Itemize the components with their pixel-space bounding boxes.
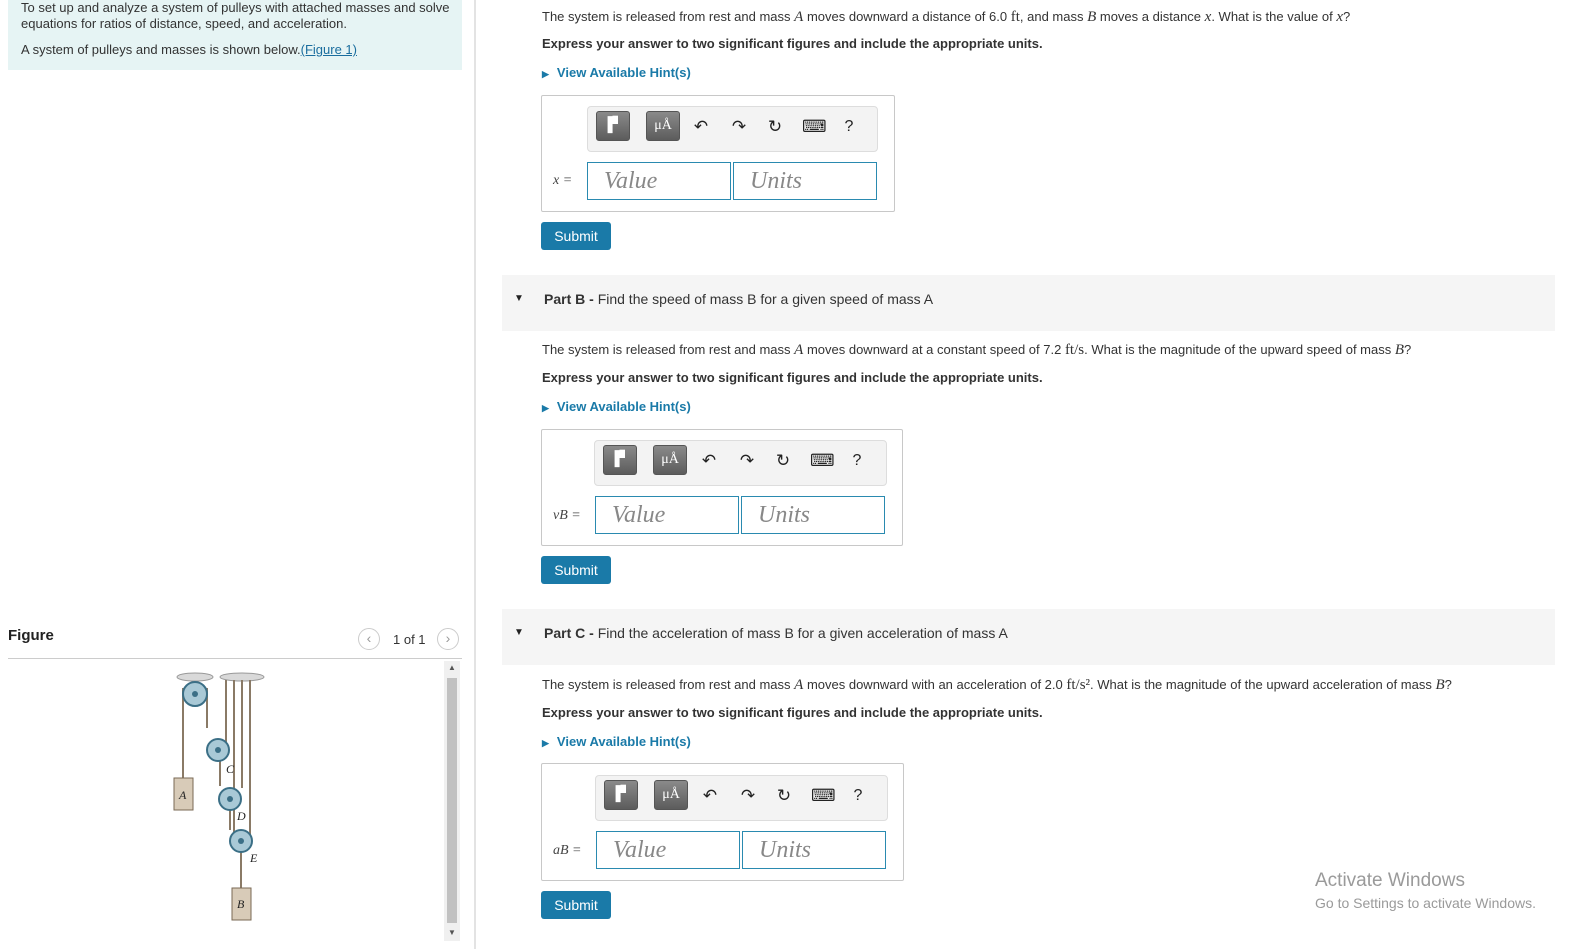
part-b-hint-link[interactable]: ▶ View Available Hint(s) (542, 399, 691, 414)
part-a-value-input[interactable]: Value (587, 162, 731, 200)
undo-icon[interactable]: ↶ (700, 786, 720, 806)
pulley-e-label: E (249, 851, 258, 865)
system-intro: A system of pulleys and masses is shown … (21, 42, 357, 57)
part-a-toolbar: ▐▘ μÅ ↶ ↷ ↻ ⌨ ? (587, 106, 878, 152)
units-button[interactable]: μÅ (646, 111, 680, 141)
expand-triangle-icon: ▶ (542, 403, 549, 413)
figure-prev-button[interactable]: ‹ (358, 628, 380, 650)
part-c-question: The system is released from rest and mas… (542, 677, 1452, 693)
part-a-question: The system is released from rest and mas… (542, 9, 1351, 25)
templates-button[interactable]: ▐▘ (604, 780, 638, 810)
help-icon[interactable]: ? (848, 786, 868, 806)
part-c-hint-link[interactable]: ▶ View Available Hint(s) (542, 734, 691, 749)
mass-b-label: B (237, 897, 245, 911)
pulley-d-label: D (236, 809, 246, 823)
part-c-toolbar: ▐▘ μÅ ↶ ↷ ↻ ⌨ ? (595, 775, 888, 821)
part-b-instruction: Express your answer to two significant f… (542, 370, 1043, 385)
figure-scrollbar-thumb[interactable] (447, 678, 457, 923)
keyboard-icon[interactable]: ⌨ (802, 117, 827, 137)
panel-divider (474, 0, 476, 949)
part-c-title: Part C - Find the acceleration of mass B… (544, 625, 1008, 641)
pulley-system-figure: A B C D E (173, 672, 265, 921)
part-a-submit-button[interactable]: Submit (541, 222, 611, 250)
keyboard-icon[interactable]: ⌨ (810, 451, 835, 471)
part-b-units-input[interactable]: Units (741, 496, 885, 534)
figure-counter: 1 of 1 (393, 632, 426, 647)
expand-triangle-icon: ▶ (542, 738, 549, 748)
keyboard-icon[interactable]: ⌨ (811, 786, 836, 806)
help-icon[interactable]: ? (847, 451, 867, 471)
scroll-up-icon[interactable]: ▲ (444, 661, 460, 675)
units-button[interactable]: μÅ (653, 445, 687, 475)
figure-next-button[interactable]: › (437, 628, 459, 650)
part-c-units-input[interactable]: Units (742, 831, 886, 869)
part-a-units-input[interactable]: Units (733, 162, 877, 200)
intro-panel: To set up and analyze a system of pulley… (8, 0, 462, 70)
part-c-value-input[interactable]: Value (596, 831, 740, 869)
reset-icon[interactable]: ↻ (774, 786, 794, 806)
collapse-caret-icon[interactable]: ▼ (514, 627, 524, 638)
part-c-instruction: Express your answer to two significant f… (542, 705, 1043, 720)
redo-icon[interactable]: ↷ (738, 786, 758, 806)
reset-icon[interactable]: ↻ (773, 451, 793, 471)
redo-icon[interactable]: ↷ (729, 117, 749, 137)
templates-button[interactable]: ▐▘ (596, 111, 630, 141)
part-b-toolbar: ▐▘ μÅ ↶ ↷ ↻ ⌨ ? (594, 440, 887, 486)
figure-link[interactable]: (Figure 1) (301, 42, 357, 57)
collapse-caret-icon[interactable]: ▼ (514, 293, 524, 304)
part-b-question: The system is released from rest and mas… (542, 342, 1412, 358)
learning-goal: To set up and analyze a system of pulley… (21, 0, 450, 31)
mass-a-label: A (178, 788, 187, 802)
figure-divider (8, 658, 462, 659)
undo-icon[interactable]: ↶ (699, 451, 719, 471)
part-a-instruction: Express your answer to two significant f… (542, 36, 1043, 51)
part-a-hint-link[interactable]: ▶ View Available Hint(s) (542, 65, 691, 80)
figure-title: Figure (8, 627, 54, 644)
undo-icon[interactable]: ↶ (691, 117, 711, 137)
templates-button[interactable]: ▐▘ (603, 445, 637, 475)
pulley-c-label: C (226, 762, 235, 776)
expand-triangle-icon: ▶ (542, 69, 549, 79)
scroll-down-icon[interactable]: ▼ (444, 926, 460, 940)
part-b-var-label: vB = (553, 508, 581, 523)
activate-windows-title: Activate Windows (1315, 870, 1465, 891)
part-a-var-label: x = (553, 173, 573, 188)
help-icon[interactable]: ? (839, 117, 859, 137)
part-b-title: Part B - Find the speed of mass B for a … (544, 291, 934, 307)
reset-icon[interactable]: ↻ (765, 117, 785, 137)
part-b-value-input[interactable]: Value (595, 496, 739, 534)
part-c-submit-button[interactable]: Submit (541, 891, 611, 919)
activate-windows-subtitle: Go to Settings to activate Windows. (1315, 895, 1536, 911)
redo-icon[interactable]: ↷ (737, 451, 757, 471)
part-b-submit-button[interactable]: Submit (541, 556, 611, 584)
part-c-var-label: aB = (553, 843, 582, 858)
units-button[interactable]: μÅ (654, 780, 688, 810)
